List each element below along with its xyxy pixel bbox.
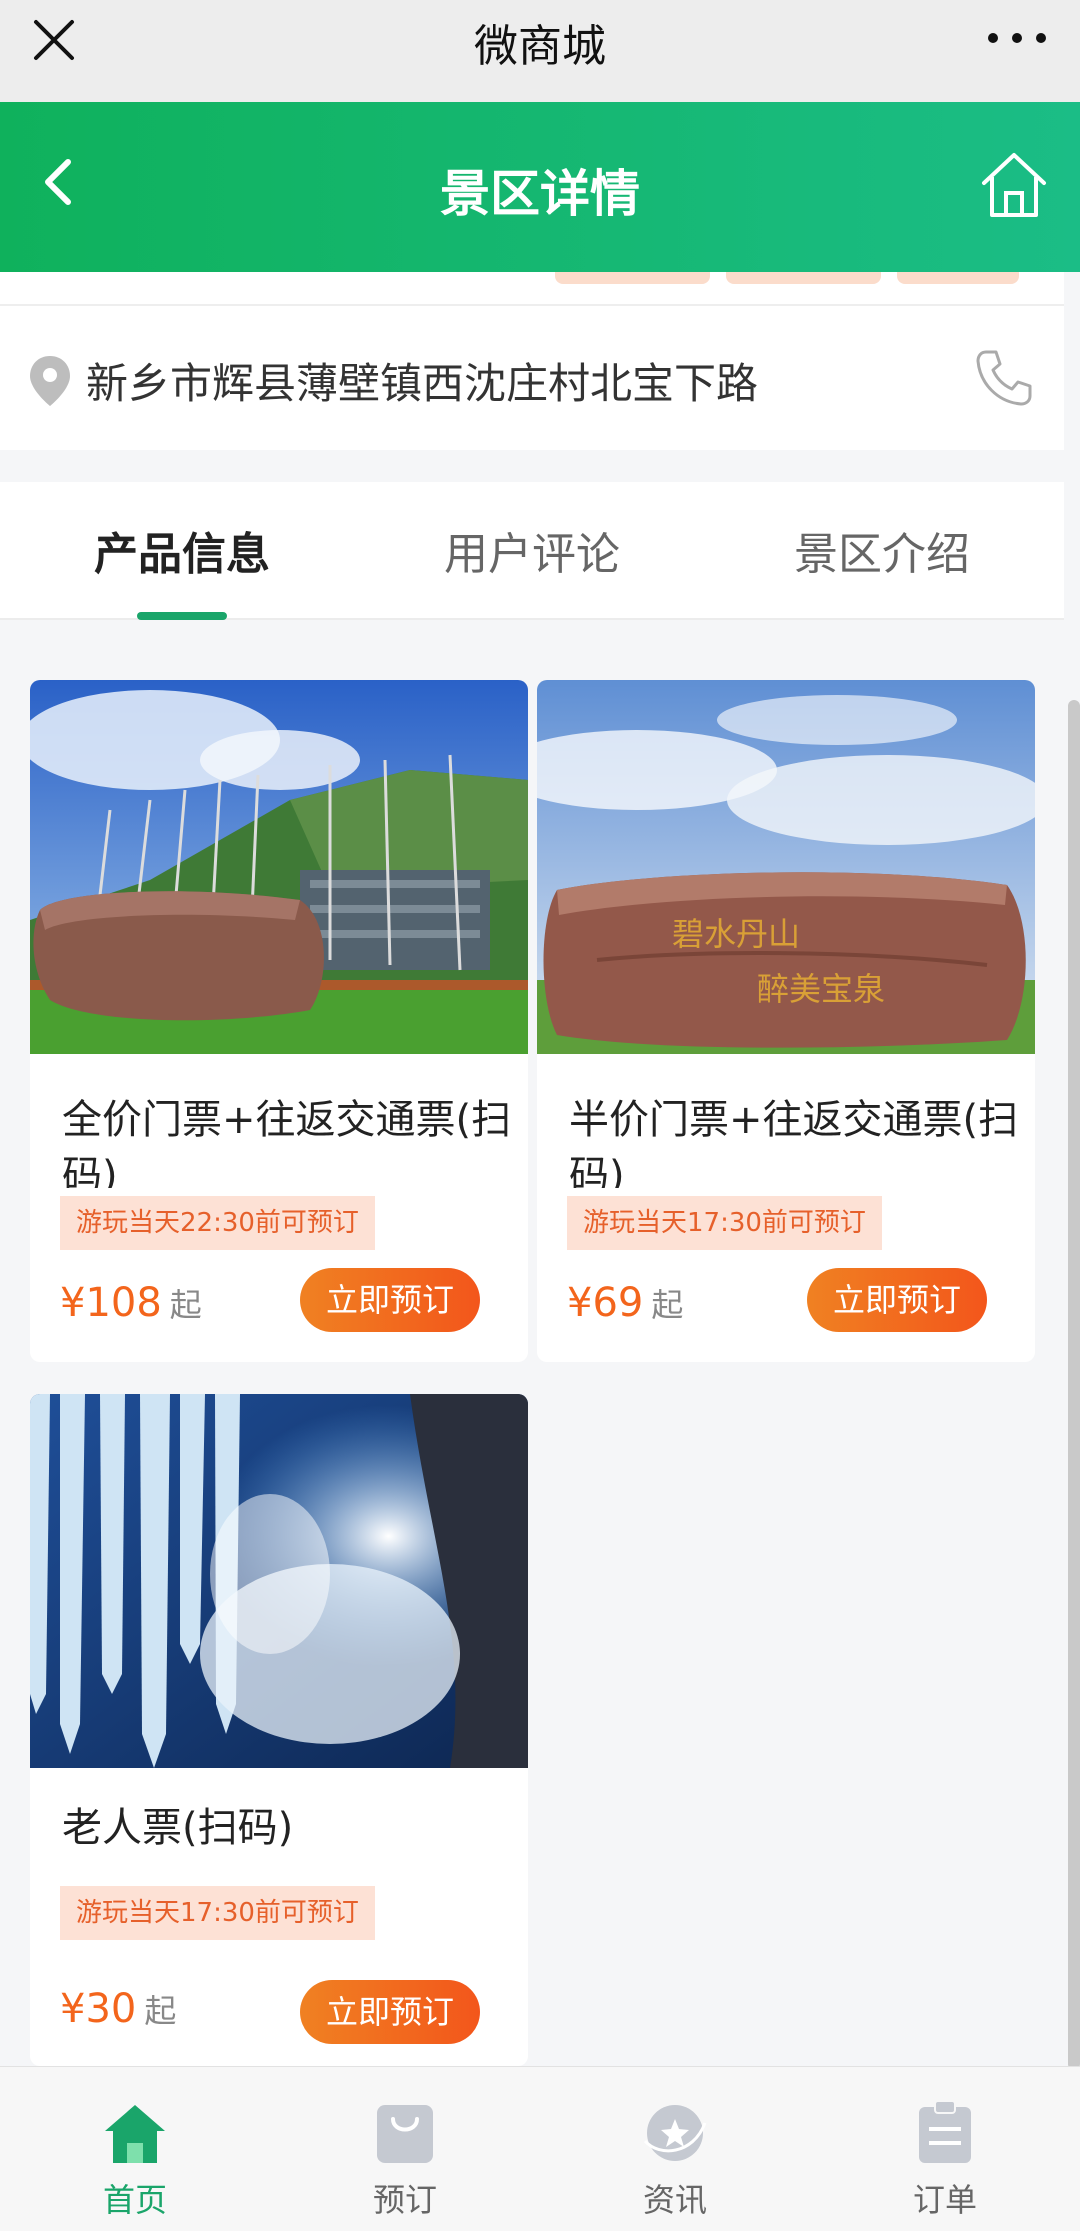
scrollbar[interactable] (1068, 700, 1080, 2070)
product-card[interactable]: 碧水丹山 醉美宝泉 半价门票+往返交通票(扫码) 游玩当天17:30前可预订 ¥… (537, 680, 1035, 1362)
product-name: 老人票(扫码) (62, 1805, 294, 1851)
address-text: 新乡市辉县薄壁镇西沈庄村北宝下路 (86, 359, 759, 408)
page-title: 景区详情 (440, 165, 640, 223)
tab-product-info[interactable]: 产品信息 (12, 518, 352, 582)
tab-bar: 产品信息 用户评论 景区介绍 (0, 482, 1064, 620)
price: ¥108 起 (60, 1280, 202, 1326)
phone-icon[interactable] (972, 346, 1036, 410)
product-card[interactable]: 全价门票+往返交通票(扫码) 游玩当天22:30前可预订 ¥108 起 立即预订 (30, 680, 528, 1362)
price: ¥69 起 (567, 1280, 683, 1326)
product-image (30, 1394, 528, 1768)
nav-orders-label: 订单 (912, 2181, 977, 2219)
home-icon[interactable] (976, 147, 1052, 223)
nav-home[interactable]: 首页 (60, 2097, 210, 2221)
tag-strip (0, 272, 1064, 304)
page-header: 景区详情 (0, 102, 1080, 272)
price-unit: 起 (651, 1286, 684, 1324)
product-card[interactable]: 老人票(扫码) 游玩当天17:30前可预订 ¥30 起 立即预订 (30, 1394, 528, 2066)
svg-text:醉美宝泉: 醉美宝泉 (757, 970, 885, 1008)
bag-icon (377, 2105, 433, 2163)
price-unit: 起 (169, 1286, 202, 1324)
tab-user-reviews[interactable]: 用户评论 (362, 518, 702, 582)
address-row[interactable]: 新乡市辉县薄壁镇西沈庄村北宝下路 (0, 304, 1064, 450)
clipboard-icon (919, 2100, 971, 2163)
home-icon (105, 2105, 165, 2163)
nav-news[interactable]: 资讯 (600, 2097, 750, 2221)
nav-home-label: 首页 (102, 2181, 167, 2219)
news-icon (643, 2105, 707, 2161)
product-image (30, 680, 528, 1054)
tab-scenic-intro[interactable]: 景区介绍 (712, 518, 1052, 582)
book-now-button[interactable]: 立即预订 (300, 1268, 480, 1332)
price-value: ¥69 (567, 1280, 644, 1326)
nav-booking[interactable]: 预订 (330, 2097, 480, 2221)
price-value: ¥30 (60, 1986, 137, 2032)
price-value: ¥108 (60, 1280, 162, 1326)
location-pin-icon (30, 356, 70, 406)
svg-text:碧水丹山: 碧水丹山 (672, 915, 800, 953)
product-name: 全价门票+往返交通票(扫码) (62, 1097, 512, 1188)
nav-news-label: 资讯 (642, 2181, 707, 2219)
booking-deadline-tag: 游玩当天17:30前可预订 (567, 1196, 882, 1250)
price: ¥30 起 (60, 1986, 176, 2032)
tag-pill (726, 272, 881, 284)
wechat-top-bar: 微商城 (0, 0, 1080, 102)
product-name: 半价门票+往返交通票(扫码) (569, 1097, 1019, 1188)
tag-pill (555, 272, 710, 284)
tag-pill (897, 272, 1019, 284)
book-now-button[interactable]: 立即预订 (807, 1268, 987, 1332)
nav-booking-label: 预订 (372, 2181, 437, 2219)
tab-indicator (137, 612, 227, 620)
price-unit: 起 (144, 1992, 177, 2030)
book-now-button[interactable]: 立即预订 (300, 1980, 480, 2044)
booking-deadline-tag: 游玩当天22:30前可预订 (60, 1196, 375, 1250)
bottom-nav: 首页 预订 资讯 订单 (0, 2066, 1080, 2231)
product-image: 碧水丹山 醉美宝泉 (537, 680, 1035, 1054)
booking-deadline-tag: 游玩当天17:30前可预订 (60, 1886, 375, 1940)
wechat-title: 微商城 (474, 21, 606, 72)
more-icon[interactable] (984, 18, 1050, 58)
nav-orders[interactable]: 订单 (870, 2097, 1020, 2221)
